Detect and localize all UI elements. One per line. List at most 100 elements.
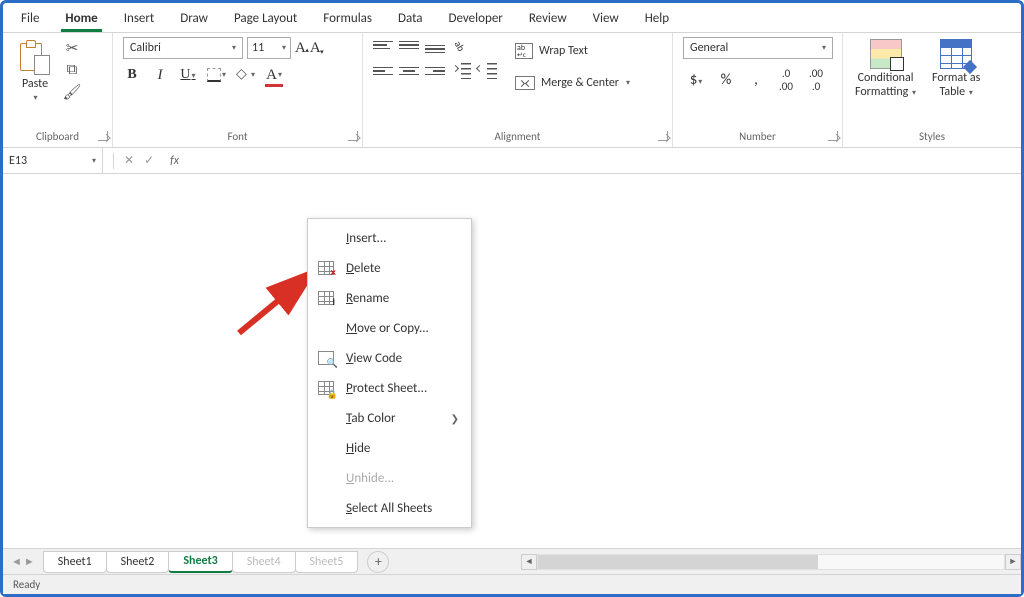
menu-file[interactable]: File [17,9,43,32]
decrease-font-icon[interactable]: A [310,40,321,57]
ctx-unhide: Unhide... [308,463,471,493]
chevron-down-icon: ▾ [282,43,286,53]
menu-help[interactable]: Help [641,9,673,32]
number-format-select[interactable]: General▾ [683,37,833,59]
protect-sheet-icon [318,381,334,395]
view-code-icon [318,351,334,365]
add-sheet-button[interactable]: + [367,551,389,573]
cancel-formula-icon[interactable]: ✕ [124,153,134,168]
bold-button[interactable]: B [123,65,141,85]
ctx-hide[interactable]: Hide [308,433,471,463]
status-text: Ready [13,578,40,591]
menu-formulas[interactable]: Formulas [319,9,376,32]
sheet-tab[interactable]: Sheet1 [43,551,107,573]
italic-button[interactable]: I [151,65,169,85]
menu-home[interactable]: Home [61,9,101,32]
comma-button[interactable]: , [747,71,765,89]
align-left-icon[interactable] [373,63,393,79]
conditional-formatting-button[interactable]: ConditionalFormatting ▾ [853,37,918,102]
increase-indent-icon[interactable] [477,63,497,79]
decrease-decimal-button[interactable]: .00.0 [807,67,825,93]
menu-page-layout[interactable]: Page Layout [230,9,301,32]
formula-bar: E13▾ ✕ ✓ fx [3,148,1021,174]
group-label-number: Number [673,130,842,143]
sheet-tab[interactable]: Sheet5 [295,551,359,573]
sheet-tab[interactable]: Sheet3 [168,551,232,573]
align-right-icon[interactable] [425,63,445,79]
ctx-insert[interactable]: Insert... [308,223,471,253]
ctx-tab-color[interactable]: Tab Color❯ [308,403,471,433]
underline-button[interactable]: U▾ [179,65,197,85]
menubar: File Home Insert Draw Page Layout Formulas Dat… [3,3,1021,33]
cut-icon[interactable]: ✂ [63,39,81,57]
conditional-formatting-icon [870,39,902,69]
ctx-rename[interactable]: Rename [308,283,471,313]
font-launcher[interactable] [348,131,358,141]
wrap-text-button[interactable]: Wrap Text [511,39,634,63]
menu-data[interactable]: Data [394,9,427,32]
percent-button[interactable]: % [717,71,735,89]
format-painter-icon[interactable]: 🖌 [63,83,81,101]
ctx-protect-sheet[interactable]: Protect Sheet... [308,373,471,403]
copy-icon[interactable]: ⧉ [63,61,81,79]
align-middle-icon[interactable] [399,37,419,53]
menu-insert[interactable]: Insert [120,9,159,32]
menu-view[interactable]: View [589,9,623,32]
group-label-font: Font [113,130,362,143]
decrease-indent-icon[interactable] [451,63,471,79]
fx-icon[interactable]: fx [170,154,179,168]
submenu-arrow-icon: ❯ [451,412,459,425]
chevron-down-icon: ▾ [626,78,630,88]
align-center-icon[interactable] [399,63,419,79]
font-size-select[interactable]: 11▾ [247,37,291,59]
status-bar: Ready [3,574,1021,594]
scroll-right-icon[interactable]: ► [1005,554,1021,570]
menu-review[interactable]: Review [525,9,571,32]
align-top-icon[interactable] [373,37,393,53]
sheet-context-menu: Insert...DeleteRenameMove or Copy...View… [307,218,472,528]
paste-icon [20,39,50,75]
rename-sheet-icon [318,291,334,305]
name-box[interactable]: E13▾ [3,148,103,173]
ribbon-group-font: Calibri▾ 11▾ A A B I U▾ ▾ ▾ A▾ Font [113,33,363,147]
ctx-delete[interactable]: Delete [308,253,471,283]
align-bottom-icon[interactable] [425,37,445,53]
scroll-thumb[interactable] [538,555,818,569]
number-launcher[interactable] [828,131,838,141]
font-color-button[interactable]: A▾ [265,65,283,85]
group-label-alignment: Alignment [363,130,672,143]
menu-developer[interactable]: Developer [445,9,507,32]
merge-center-button[interactable]: Merge & Center▾ [511,71,634,95]
scroll-left-icon[interactable]: ◄ [521,554,537,570]
merge-icon [515,76,535,90]
enter-formula-icon[interactable]: ✓ [144,153,154,168]
fill-color-button[interactable]: ▾ [236,65,255,85]
border-button[interactable]: ▾ [207,65,226,85]
wrap-text-icon [515,43,533,59]
currency-button[interactable]: $▾ [687,71,705,89]
group-label-styles: Styles [843,130,1021,143]
scroll-track[interactable] [537,554,1005,570]
delete-sheet-icon [318,261,334,275]
sheet-tab[interactable]: Sheet4 [232,551,296,573]
chevron-down-icon: ▾ [278,70,282,80]
ctx-select-all-sheets[interactable]: Select All Sheets [308,493,471,523]
alignment-launcher[interactable] [658,131,668,141]
paste-button[interactable]: Paste ▾ [13,37,57,105]
horizontal-scrollbar[interactable]: ◄ ► [521,553,1021,571]
chevron-down-icon: ▾ [822,43,826,53]
sheet-tab[interactable]: Sheet2 [106,551,170,573]
font-name-select[interactable]: Calibri▾ [123,37,243,59]
orientation-icon[interactable] [451,37,469,55]
ctx-move-or-copy[interactable]: Move or Copy... [308,313,471,343]
clipboard-launcher[interactable] [98,131,108,141]
chevron-down-icon[interactable]: ▾ [33,93,37,103]
increase-font-icon[interactable]: A [295,40,306,57]
menu-draw[interactable]: Draw [176,9,212,32]
tab-nav[interactable]: ◄► [3,555,43,568]
format-as-table-button[interactable]: Format asTable ▾ [930,37,982,102]
chevron-down-icon: ▾ [251,70,255,80]
border-icon [207,68,221,82]
increase-decimal-button[interactable]: .0.00 [777,67,795,93]
ctx-view-code[interactable]: View Code [308,343,471,373]
